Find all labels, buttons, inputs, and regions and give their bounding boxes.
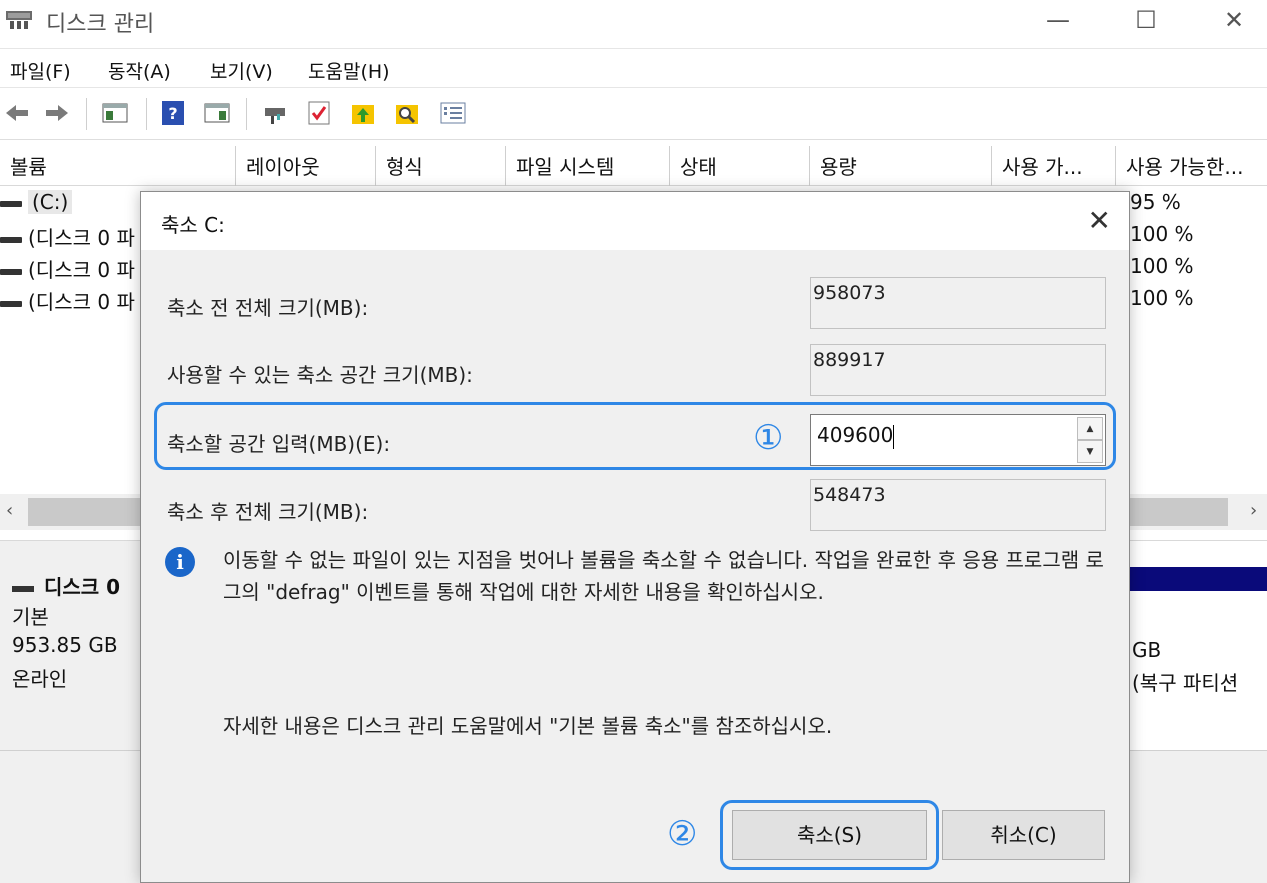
step1-marker: ①: [753, 418, 784, 458]
shrink-amount-value: 409600: [817, 423, 895, 449]
scroll-right-icon[interactable]: ›: [1250, 500, 1257, 521]
shrink-button[interactable]: 축소(S): [732, 810, 927, 860]
toolbar: ?: [0, 90, 1267, 140]
volume-name: (C:): [28, 190, 73, 214]
spin-down-button[interactable]: ▼: [1077, 440, 1103, 463]
shrink-amount-input[interactable]: 409600 ▲ ▼: [810, 414, 1106, 466]
disk-info-panel[interactable]: 디스크 0 기본 953.85 GB 온라인: [0, 541, 150, 751]
menu-action[interactable]: 동작(A): [108, 57, 171, 84]
forward-arrow-icon[interactable]: [44, 100, 70, 126]
toolbar-separator: [86, 98, 87, 130]
volume-name: (디스크 0 파: [28, 226, 135, 250]
dialog-title: 축소 C:: [161, 213, 225, 237]
svg-text:?: ?: [168, 104, 177, 123]
column-capacity[interactable]: 용량: [810, 146, 992, 186]
volume-free-percent: 100 %: [1130, 254, 1194, 278]
menu-view[interactable]: 보기(V): [210, 57, 273, 84]
disk-name: 디스크 0: [12, 571, 120, 600]
column-volume[interactable]: 볼륨: [0, 146, 236, 186]
menu-bar: 파일(F) 동작(A) 보기(V) 도움말(H): [0, 48, 1267, 88]
menu-help[interactable]: 도움말(H): [308, 57, 390, 84]
total-before-value: 958073: [810, 277, 1106, 329]
partition-header-bar: [1128, 567, 1267, 591]
up-folder-icon[interactable]: [350, 100, 376, 126]
column-percent-free[interactable]: 사용 가능한...: [1116, 146, 1267, 186]
disk-status: 온라인: [12, 667, 68, 691]
volume-row[interactable]: (디스크 0 파: [0, 286, 135, 315]
column-layout[interactable]: 레이아웃: [236, 146, 376, 186]
volume-free-percent: 100 %: [1130, 222, 1194, 246]
back-arrow-icon[interactable]: [4, 100, 30, 126]
partition-size: GB: [1132, 638, 1162, 662]
info-icon: i: [165, 547, 195, 577]
maximize-button[interactable]: ☐: [1126, 4, 1166, 36]
connect-icon[interactable]: [262, 100, 288, 126]
column-type[interactable]: 형식: [376, 146, 506, 186]
shrink-amount-label: 축소할 공간 입력(MB)(E):: [167, 432, 391, 456]
volume-list-header: 볼륨 레이아웃 형식 파일 시스템 상태 용량 사용 가... 사용 가능한..…: [0, 146, 1267, 186]
volume-name: (디스크 0 파: [28, 290, 135, 314]
info-message: 이동할 수 없는 파일이 있는 지점을 벗어나 볼륨을 축소할 수 없습니다. …: [223, 548, 1104, 604]
shrink-amount-text: 409600: [817, 423, 894, 447]
minimize-button[interactable]: —: [1038, 4, 1078, 36]
drive-icon: [12, 585, 34, 592]
step2-marker: ②: [667, 814, 698, 854]
toolbar-separator: [246, 98, 247, 130]
help-reference-text: 자세한 내용은 디스크 관리 도움말에서 "기본 볼륨 축소"를 참조하십시오.: [223, 714, 833, 738]
drive-icon: [0, 236, 22, 243]
drive-icon: [0, 268, 22, 275]
partition-label: (복구 파티션: [1132, 671, 1239, 695]
disk-name-text: 디스크 0: [44, 575, 121, 599]
disk-size: 953.85 GB: [12, 633, 118, 657]
disk-management-icon: [6, 11, 32, 29]
volume-free-percent: 95 %: [1130, 190, 1181, 214]
shrink-dialog: 축소 C: ✕ 축소 전 전체 크기(MB): 958073 사용할 수 있는 …: [140, 191, 1130, 883]
window-title: 디스크 관리: [46, 12, 155, 37]
volume-row[interactable]: (디스크 0 파: [0, 254, 135, 283]
total-after-value: 548473: [810, 479, 1106, 531]
dialog-title-bar: 축소 C: ✕: [141, 192, 1129, 250]
help-icon[interactable]: ?: [160, 100, 186, 126]
disk-type: 기본: [12, 605, 49, 629]
menu-file[interactable]: 파일(F): [10, 57, 71, 84]
volume-row[interactable]: (C:): [0, 190, 73, 214]
column-free-space[interactable]: 사용 가...: [992, 146, 1116, 186]
volume-name: (디스크 0 파: [28, 258, 135, 282]
toolbar-separator: [146, 98, 147, 130]
properties-check-icon[interactable]: [306, 100, 332, 126]
console-tree-icon[interactable]: [102, 100, 128, 126]
drive-icon: [0, 200, 22, 207]
available-space-label: 사용할 수 있는 축소 공간 크기(MB):: [167, 363, 473, 387]
drive-icon: [0, 300, 22, 307]
close-button[interactable]: ✕: [1214, 4, 1254, 36]
text-caret: [893, 424, 895, 449]
total-before-label: 축소 전 전체 크기(MB):: [167, 296, 369, 320]
spin-up-button[interactable]: ▲: [1077, 417, 1103, 440]
dialog-close-button[interactable]: ✕: [1088, 204, 1111, 237]
cancel-button[interactable]: 취소(C): [942, 810, 1105, 860]
title-bar: 디스크 관리 — ☐ ✕: [0, 0, 1267, 44]
scroll-left-icon[interactable]: ‹: [6, 500, 13, 521]
column-status[interactable]: 상태: [670, 146, 810, 186]
search-folder-icon[interactable]: [394, 100, 420, 126]
available-space-value: 889917: [810, 344, 1106, 396]
column-file-system[interactable]: 파일 시스템: [506, 146, 670, 186]
volume-row[interactable]: (디스크 0 파: [0, 222, 135, 251]
total-after-label: 축소 후 전체 크기(MB):: [167, 500, 369, 524]
volume-free-percent: 100 %: [1130, 286, 1194, 310]
list-view-icon[interactable]: [440, 100, 466, 126]
action-pane-icon[interactable]: [204, 100, 230, 126]
